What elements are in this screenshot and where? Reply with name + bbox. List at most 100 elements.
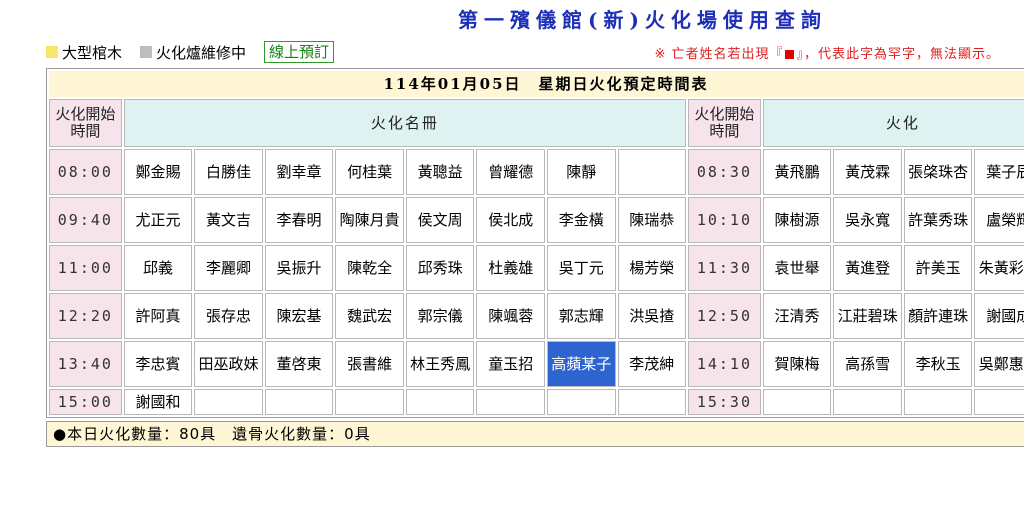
deceased-name-cell	[833, 389, 902, 415]
deceased-name-cell: 陶陳月貴	[335, 197, 404, 243]
deceased-name-cell: 陳靜	[546, 149, 616, 195]
deceased-name-cell: 白勝佳	[194, 149, 263, 195]
cremation-schedule-table: 114年01月05日 星期日火化預定時間表 火化開始時間 火化名冊 火化開始時間…	[46, 68, 1024, 418]
time-slot-cell: 11:30	[688, 245, 761, 291]
time-slot-cell: 12:20	[49, 293, 122, 339]
deceased-name-cell	[546, 389, 616, 415]
deceased-name-cell: 魏武宏	[335, 293, 404, 339]
schedule-row: 15:00 謝國和 15:30	[49, 389, 1024, 415]
book-online-button[interactable]: 線上預訂	[264, 41, 335, 63]
rare-character-notice: ※ 亡者姓名若出現『 』，代表此字為罕字，無法顯示。	[654, 43, 1000, 62]
deceased-name-cell-selected: 高蘋某子	[546, 341, 616, 387]
deceased-name-cell: 童玉招	[476, 341, 545, 387]
page-title: 第一殯儀館(新)火化場使用查詢	[458, 8, 827, 32]
deceased-name-cell: 曾耀德	[476, 149, 545, 195]
time-slot-cell: 11:00	[49, 245, 122, 291]
deceased-name-cell: 邱秀珠	[405, 245, 475, 291]
deceased-name-cell: 江莊碧珠	[833, 293, 902, 339]
deceased-name-cell: 尤正元	[123, 197, 193, 243]
deceased-name-cell	[476, 389, 545, 415]
deceased-name-cell: 許葉秀珠	[903, 197, 973, 243]
red-square-icon	[785, 49, 795, 59]
deceased-name-cell: 黃茂霖	[833, 149, 902, 195]
deceased-name-cell: 謝國和	[123, 389, 193, 415]
time-slot-cell: 13:40	[49, 341, 122, 387]
deceased-name-cell: 郭宗儀	[405, 293, 475, 339]
deceased-name-cell: 盧榮輝	[974, 197, 1024, 243]
time-slot-cell: 12:50	[688, 293, 761, 339]
deceased-name-cell: 吳鄭惠津	[974, 341, 1024, 387]
deceased-name-cell: 侯文周	[405, 197, 475, 243]
bullet-icon: ●	[53, 425, 68, 443]
deceased-name-cell: 林王秀鳳	[405, 341, 475, 387]
deceased-name-cell: 高孫雪	[833, 341, 902, 387]
deceased-name-cell: 邱義	[123, 245, 193, 291]
deceased-name-cell: 賀陳梅	[762, 341, 832, 387]
schedule-row: 09:40 尤正元 黃文吉 李春明 陶陳月貴 侯文周 侯北成 李金橫 陳瑞恭 10:10 陳樹源 吳永…	[49, 197, 1024, 243]
legend-under-repair: 火化爐維修中	[140, 42, 246, 63]
legend-large-coffin-label: 大型棺木	[62, 43, 123, 62]
deceased-name-cell: 吳丁元	[546, 245, 616, 291]
deceased-name-cell: 汪清秀	[762, 293, 832, 339]
deceased-name-cell	[405, 389, 475, 415]
deceased-name-cell: 黃飛鵬	[762, 149, 832, 195]
legend-row: 大型棺木 火化爐維修中 線上預訂 ※ 亡者姓名若出現『 』，代表此字為罕字，無法顯…	[46, 40, 1024, 64]
deceased-name-cell: 袁世舉	[762, 245, 832, 291]
deceased-name-cell: 顏許連珠	[903, 293, 973, 339]
deceased-name-cell	[264, 389, 334, 415]
deceased-name-cell: 陳樹源	[762, 197, 832, 243]
deceased-name-cell: 黃進登	[833, 245, 902, 291]
deceased-name-cell	[335, 389, 404, 415]
time-slot-cell: 08:30	[688, 149, 761, 195]
deceased-name-cell	[974, 389, 1024, 415]
deceased-name-cell: 陳瑞恭	[617, 197, 687, 243]
deceased-name-cell: 楊芳榮	[617, 245, 687, 291]
deceased-name-cell: 侯北成	[476, 197, 545, 243]
deceased-name-cell: 田巫政妹	[194, 341, 263, 387]
deceased-name-cell: 吳永寬	[833, 197, 902, 243]
deceased-name-cell	[903, 389, 973, 415]
time-slot-cell: 09:40	[49, 197, 122, 243]
deceased-name-cell: 何桂葉	[335, 149, 404, 195]
deceased-name-cell: 謝國成	[974, 293, 1024, 339]
names-column-header: 火化名冊	[123, 99, 687, 147]
time-slot-cell: 15:00	[49, 389, 122, 415]
time-slot-cell: 10:10	[688, 197, 761, 243]
deceased-name-cell: 陳宏基	[264, 293, 334, 339]
deceased-name-cell: 董啓東	[264, 341, 334, 387]
deceased-name-cell: 張書維	[335, 341, 404, 387]
deceased-name-cell: 李秋玉	[903, 341, 973, 387]
deceased-name-cell: 葉子辰	[974, 149, 1024, 195]
deceased-name-cell: 黃聰益	[405, 149, 475, 195]
schedule-row: 08:00 鄭金賜 白勝佳 劉幸章 何桂葉 黃聰益 曾耀德 陳靜 08:30 黃飛鵬 黃茂霖 張棨珠杏…	[49, 149, 1024, 195]
deceased-name-cell	[617, 389, 687, 415]
grey-square-icon	[140, 46, 153, 58]
deceased-name-cell: 洪吳揸	[617, 293, 687, 339]
notice-prefix: ※ 亡者姓名若出現『	[654, 46, 784, 62]
deceased-name-cell: 吳振升	[264, 245, 334, 291]
daily-summary-bar: ●本日火化數量：80具 遺骨火化數量：0具	[46, 421, 1024, 447]
time-slot-cell: 08:00	[49, 149, 122, 195]
deceased-name-cell	[762, 389, 832, 415]
deceased-name-cell: 鄭金賜	[123, 149, 193, 195]
deceased-name-cell: 張棨珠杏	[903, 149, 973, 195]
time-slot-cell: 14:10	[688, 341, 761, 387]
deceased-name-cell: 張存忠	[194, 293, 263, 339]
deceased-name-cell: 劉幸章	[264, 149, 334, 195]
deceased-name-cell: 朱黃彩香	[974, 245, 1024, 291]
deceased-name-cell: 杜義雄	[476, 245, 545, 291]
daily-summary-text: 本日火化數量：80具 遺骨火化數量：0具	[67, 425, 371, 443]
deceased-name-cell: 李金橫	[546, 197, 616, 243]
deceased-name-cell: 郭志輝	[546, 293, 616, 339]
deceased-name-cell: 李茂紳	[617, 341, 687, 387]
deceased-name-cell: 李春明	[264, 197, 334, 243]
deceased-name-cell: 李麗卿	[194, 245, 263, 291]
legend-under-repair-label: 火化爐維修中	[156, 43, 247, 62]
deceased-name-cell: 許阿真	[123, 293, 193, 339]
time-column-header: 火化開始時間	[49, 99, 122, 147]
deceased-name-cell	[617, 149, 687, 195]
schedule-row: 13:40 李忠賓 田巫政妹 董啓東 張書維 林王秀鳳 童玉招 高蘋某子 李茂紳 14:10 賀陳梅…	[49, 341, 1024, 387]
deceased-name-cell: 陳乾全	[335, 245, 404, 291]
schedule-row: 11:00 邱義 李麗卿 吳振升 陳乾全 邱秀珠 杜義雄 吳丁元 楊芳榮 11:30 袁世舉 黃進登許…	[49, 245, 1024, 291]
notice-suffix: 』，代表此字為罕字，無法顯示。	[796, 46, 1000, 62]
